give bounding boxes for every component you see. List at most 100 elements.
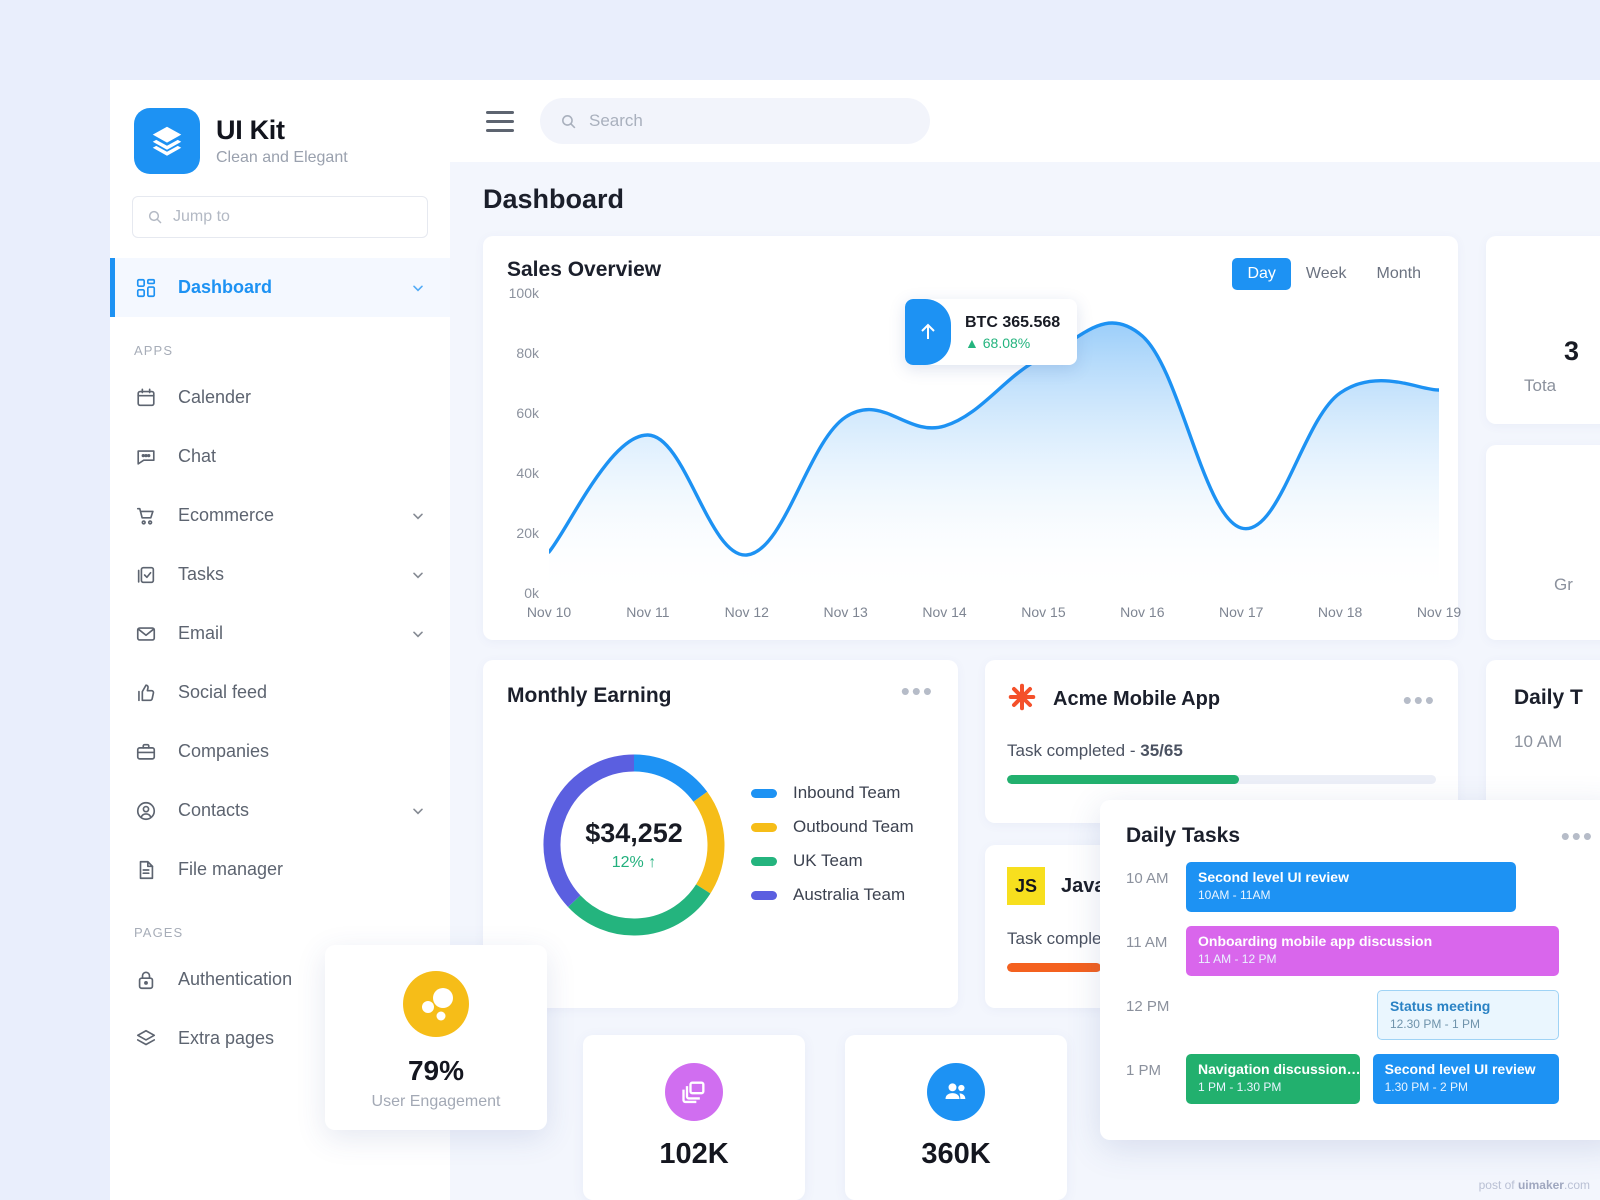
topbar: Search bbox=[450, 80, 1600, 162]
sidebar-item-social-feed[interactable]: Social feed bbox=[110, 663, 450, 722]
daily-task-row: 10 AM Second level UI review 10AM - 11AM bbox=[1100, 862, 1600, 912]
daily-task-event[interactable]: Second level UI review 1.30 PM - 2 PM bbox=[1372, 1054, 1560, 1104]
range-week[interactable]: Week bbox=[1291, 258, 1362, 290]
sidebar-item-label: Companies bbox=[178, 741, 270, 761]
monthly-earning-card: Monthly Earning ••• $34,252 12% ↑ Inboun… bbox=[483, 660, 958, 1008]
x-tick-label: Nov 15 bbox=[1021, 604, 1066, 620]
daily-task-time: 11 AM bbox=[1126, 934, 1168, 951]
search-input[interactable]: Search bbox=[540, 98, 930, 144]
event-time: 11 AM - 12 PM bbox=[1198, 952, 1277, 966]
chevron-down-icon[interactable] bbox=[410, 508, 426, 524]
daily-task-event[interactable]: Navigation discussion… 1 PM - 1.30 PM bbox=[1186, 1054, 1360, 1104]
sidebar-section-pages: PAGES bbox=[134, 925, 184, 940]
sidebar-item-label: Tasks bbox=[178, 564, 225, 584]
user-engagement-card: 79% User Engagement bbox=[325, 945, 547, 1130]
search-placeholder: Search bbox=[589, 111, 643, 130]
tooltip-change-value: 68.08% bbox=[982, 334, 1031, 351]
right-card-label: Gr bbox=[1554, 575, 1573, 594]
layers-icon bbox=[134, 108, 200, 174]
sidebar-item-contacts[interactable]: Contacts bbox=[110, 781, 450, 840]
right-card-growth: Gr bbox=[1486, 445, 1600, 640]
range-toggle: Day Week Month bbox=[1232, 258, 1436, 290]
range-day[interactable]: Day bbox=[1232, 258, 1291, 290]
tooltip-value: BTC 365.568 bbox=[965, 313, 1061, 331]
daily-task-event[interactable]: Second level UI review 10AM - 11AM bbox=[1186, 862, 1516, 912]
chevron-down-icon[interactable] bbox=[410, 280, 426, 296]
sales-overview-card: Sales Overview Day Week Month 0k 20k 40k 60k 8… bbox=[483, 236, 1461, 640]
event-title: Second level UI review bbox=[1384, 1061, 1536, 1077]
x-tick-label: Nov 10 bbox=[526, 604, 572, 620]
chevron-down-icon[interactable] bbox=[410, 803, 426, 819]
sidebar-item-dashboard[interactable]: Dashboard bbox=[110, 258, 450, 317]
y-tick-label: 20k bbox=[516, 525, 539, 541]
earning-total: $34,252 bbox=[585, 818, 683, 848]
stat-number: 102K bbox=[659, 1138, 729, 1170]
range-month[interactable]: Month bbox=[1362, 258, 1436, 290]
stack-icon bbox=[134, 1027, 158, 1051]
task-check-icon bbox=[134, 563, 158, 587]
stat-number: 360K bbox=[921, 1138, 991, 1170]
sidebar-item-chat[interactable]: Chat bbox=[110, 427, 450, 486]
project-card-acme: Acme Mobile App ••• Task completed - 35/… bbox=[985, 660, 1458, 823]
daily-task-lane: Navigation discussion… 1 PM - 1.30 PM Seco… bbox=[1186, 1054, 1600, 1104]
daily-tasks-list: 10 AM Second level UI review 10AM - 11AM 11… bbox=[1100, 862, 1600, 1104]
document-icon bbox=[134, 858, 158, 882]
calendar-icon bbox=[134, 386, 158, 410]
monthly-earning-title: Monthly Earning bbox=[507, 684, 672, 707]
more-horizontal-icon[interactable]: ••• bbox=[1403, 687, 1436, 713]
sidebar-item-label: Chat bbox=[178, 446, 217, 466]
event-time: 10AM - 11AM bbox=[1198, 888, 1271, 902]
sidebar-item-ecommerce[interactable]: Ecommerce bbox=[110, 486, 450, 545]
event-time: 1.30 PM - 2 PM bbox=[1384, 1080, 1468, 1094]
daily-tasks-card: Daily Tasks ••• 10 AM Second level UI rev… bbox=[1100, 800, 1600, 1140]
daily-task-lane: Onboarding mobile app discussion 11 AM - … bbox=[1186, 926, 1600, 976]
daily-task-row: 1 PM Navigation discussion… 1 PM - 1.30 PM… bbox=[1100, 1054, 1600, 1104]
x-tick-label: Nov 11 bbox=[626, 604, 670, 620]
daily-task-event[interactable]: Onboarding mobile app discussion 11 AM - … bbox=[1186, 926, 1560, 976]
brand[interactable]: UI Kit Clean and Elegant bbox=[110, 80, 450, 174]
daily-task-time: 10 AM bbox=[1126, 870, 1169, 887]
right-card-total: 3 Tota bbox=[1486, 236, 1600, 424]
js-badge-icon: JS bbox=[1007, 867, 1045, 905]
more-horizontal-icon[interactable]: ••• bbox=[1561, 823, 1594, 849]
tooltip-change: ▲ 68.08% bbox=[965, 335, 1060, 351]
sidebar-item-label: Dashboard bbox=[178, 277, 273, 297]
x-tick-label: Nov 12 bbox=[724, 604, 769, 620]
daily-tasks-title: Daily Tasks bbox=[1126, 824, 1241, 847]
sidebar-item-companies[interactable]: Companies bbox=[110, 722, 450, 781]
more-horizontal-icon[interactable]: ••• bbox=[901, 678, 934, 704]
project-status-value: 35/65 bbox=[1140, 741, 1183, 760]
stat-card-360k: 360K bbox=[845, 1035, 1067, 1200]
daily-task-row: 11 AM Onboarding mobile app discussion 11 … bbox=[1100, 926, 1600, 976]
sidebar-item-calender[interactable]: Calender bbox=[110, 368, 450, 427]
legend-item: UK Team bbox=[751, 844, 914, 878]
user-circle-icon bbox=[134, 799, 158, 823]
daily-task-lane: Status meeting 12.30 PM - 1 PM bbox=[1186, 990, 1600, 1040]
engagement-percent: 79% bbox=[407, 1055, 465, 1086]
earning-donut-chart: $34,252 12% ↑ bbox=[537, 748, 731, 942]
sidebar-item-tasks[interactable]: Tasks bbox=[110, 545, 450, 604]
x-tick-label: Nov 19 bbox=[1416, 604, 1462, 620]
jump-to-input[interactable]: Jump to bbox=[132, 196, 428, 238]
chevron-down-icon[interactable] bbox=[410, 626, 426, 642]
legend-label: Outbound Team bbox=[793, 817, 914, 836]
sidebar-item-file-manager[interactable]: File manager bbox=[110, 840, 450, 899]
bubbles-icon bbox=[403, 971, 469, 1037]
watermark: post of uimaker.com bbox=[1479, 1178, 1590, 1192]
sidebar-item-label: Ecommerce bbox=[178, 505, 275, 525]
daily-task-time: 1 PM bbox=[1126, 1062, 1162, 1079]
stat-card-102k: 102K bbox=[583, 1035, 805, 1200]
legend-label: Inbound Team bbox=[793, 783, 901, 802]
layers-copy-icon bbox=[665, 1063, 723, 1121]
event-title: Second level UI review bbox=[1198, 869, 1349, 885]
legend-swatch bbox=[751, 856, 777, 866]
brand-subtitle: Clean and Elegant bbox=[216, 149, 348, 166]
watermark-suffix: .com bbox=[1563, 1178, 1590, 1192]
project-status-prefix: Task complet bbox=[1007, 929, 1107, 948]
hamburger-icon[interactable] bbox=[486, 111, 514, 132]
chevron-down-icon[interactable] bbox=[410, 567, 426, 583]
daily-task-time: 12 PM bbox=[1126, 998, 1170, 1015]
y-tick-label: 80k bbox=[516, 345, 539, 361]
sidebar-item-email[interactable]: Email bbox=[110, 604, 450, 663]
daily-task-event[interactable]: Status meeting 12.30 PM - 1 PM bbox=[1376, 990, 1560, 1040]
